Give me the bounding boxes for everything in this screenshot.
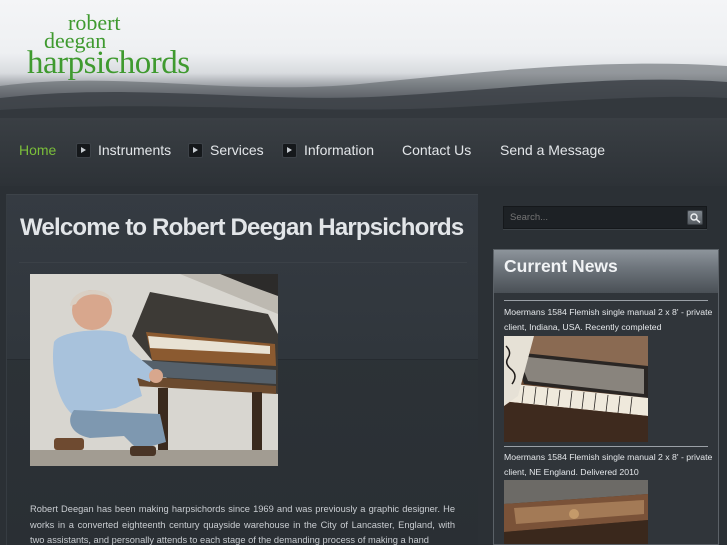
harpsichord-image xyxy=(504,480,648,544)
nav-instruments-label: Instruments xyxy=(98,142,172,158)
nav-instruments[interactable]: Instruments xyxy=(76,141,171,159)
nav-information[interactable]: Information xyxy=(282,141,374,159)
site-logo[interactable]: robert deegan harpsichords xyxy=(27,11,190,82)
page-title: Welcome to Robert Deegan Harpsichords xyxy=(20,214,464,241)
news-item-2-image[interactable] xyxy=(504,480,648,544)
search-input[interactable] xyxy=(510,212,680,223)
dropdown-arrow-icon xyxy=(282,142,297,158)
main-content: Welcome to Robert Deegan Harpsichords Ro… xyxy=(6,194,478,545)
nav-contact-us[interactable]: Contact Us xyxy=(402,141,471,159)
current-news-panel: Current News Moermans 1584 Flemish singl… xyxy=(493,249,719,545)
title-divider xyxy=(19,262,467,263)
site-header: robert deegan harpsichords xyxy=(0,0,727,118)
news-title: Current News xyxy=(504,256,618,276)
harpsichord-maker-photo xyxy=(30,274,278,466)
nav-information-label: Information xyxy=(304,142,375,158)
dropdown-arrow-icon xyxy=(188,142,203,158)
news-header: Current News xyxy=(494,250,718,293)
harpsichord-image xyxy=(504,336,648,442)
nav-message-label: Send a Message xyxy=(500,142,606,158)
photo-illustration xyxy=(30,274,278,466)
nav-contact-label: Contact Us xyxy=(402,142,472,158)
news-item-1-text[interactable]: Moermans 1584 Flemish single manual 2 x … xyxy=(504,305,714,335)
nav-services[interactable]: Services xyxy=(188,141,264,159)
dropdown-arrow-icon xyxy=(76,142,91,158)
search-box xyxy=(503,206,707,229)
nav-send-message[interactable]: Send a Message xyxy=(500,141,605,159)
nav-home[interactable]: Home xyxy=(19,141,56,159)
news-item-1-image[interactable] xyxy=(504,336,648,442)
news-item-2-text[interactable]: Moermans 1584 Flemish single manual 2 x … xyxy=(504,450,714,480)
nav-home-label: Home xyxy=(19,142,57,158)
intro-paragraph: Robert Deegan has been making harpsichor… xyxy=(30,504,455,545)
search-icon xyxy=(690,213,701,223)
main-nav: Home Instruments Services Information Co… xyxy=(0,118,727,186)
logo-line-harpsichords: harpsichords xyxy=(27,45,190,82)
nav-services-label: Services xyxy=(210,142,264,158)
news-divider xyxy=(504,300,708,301)
search-button[interactable] xyxy=(687,210,703,225)
news-divider xyxy=(504,446,708,447)
